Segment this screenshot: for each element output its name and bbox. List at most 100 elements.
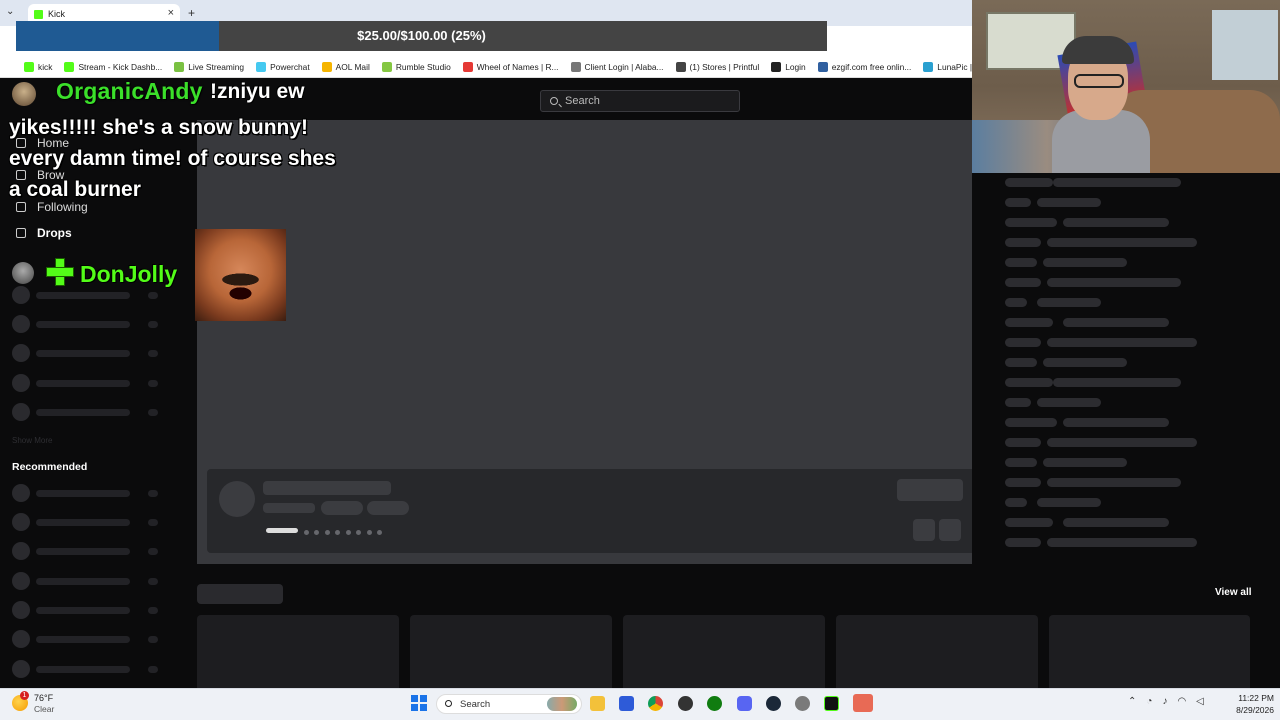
xbox-icon[interactable]: [707, 696, 722, 711]
bookmark-label: Stream - Kick Dashb...: [78, 61, 163, 72]
chrome-icon[interactable]: [648, 696, 663, 711]
carousel-dot[interactable]: [314, 530, 319, 535]
recommended-channel-placeholder[interactable]: [12, 660, 162, 678]
featured-stream-bar[interactable]: [207, 469, 972, 553]
bookmark-favicon-icon: [64, 61, 75, 72]
kick-studio-icon[interactable]: [824, 696, 839, 711]
featured-tag-placeholder: [367, 501, 409, 515]
chat-username: OrganicAndy: [56, 78, 203, 104]
store-icon[interactable]: [619, 696, 634, 711]
carousel-dot[interactable]: [356, 530, 361, 535]
search-icon: [445, 700, 452, 707]
following-channel-placeholder[interactable]: [12, 286, 162, 304]
bookmark-favicon-icon: [675, 61, 686, 72]
bookmark-favicon-icon: [321, 61, 332, 72]
carousel-active-indicator[interactable]: [266, 528, 298, 533]
active-app-icon[interactable]: [853, 694, 873, 712]
close-tab-icon[interactable]: ×: [168, 7, 174, 19]
start-button[interactable]: [411, 695, 427, 711]
featured-tag-placeholder: [321, 501, 363, 515]
bookmark-favicon-icon: [174, 61, 185, 72]
clock-date[interactable]: 8/29/2026: [1224, 705, 1274, 715]
donation-goal-text: $25.00/$100.00 (25%): [357, 28, 486, 43]
weather-condition[interactable]: Clear: [34, 704, 54, 714]
chevron-up-icon[interactable]: ⌃: [1128, 696, 1136, 707]
chatter-avatar: [12, 82, 36, 106]
bookmark-item[interactable]: Live Streaming: [174, 61, 244, 72]
view-all-link[interactable]: View all: [1215, 587, 1252, 598]
bookmark-item[interactable]: Client Login | Alaba...: [570, 61, 664, 72]
stream-card-placeholder[interactable]: [197, 615, 399, 695]
search-input[interactable]: Search: [540, 90, 740, 112]
bookmark-item[interactable]: AOL Mail: [321, 61, 370, 72]
settings-gear-icon[interactable]: [795, 696, 810, 711]
carousel-dot[interactable]: [346, 530, 351, 535]
chat-message-placeholder: [1053, 178, 1181, 187]
chat-message-placeholder: [1043, 258, 1127, 267]
volume-icon[interactable]: ◁: [1196, 696, 1204, 707]
bookmark-item[interactable]: kick: [24, 61, 53, 72]
carousel-dot[interactable]: [304, 530, 309, 535]
carousel-dot[interactable]: [377, 530, 382, 535]
following-channel-placeholder[interactable]: [12, 344, 162, 362]
carousel-dot[interactable]: [335, 530, 340, 535]
bookmark-item[interactable]: Rumble Studio: [381, 61, 451, 72]
microphone-icon[interactable]: ♪: [1162, 696, 1167, 707]
clock-time[interactable]: 11:22 PM: [1232, 693, 1274, 703]
recommended-channel-placeholder[interactable]: [12, 601, 162, 619]
file-explorer-icon[interactable]: [590, 696, 605, 711]
sidebar-item-drops[interactable]: Drops: [16, 226, 72, 240]
bookmark-item[interactable]: (1) Stores | Printful: [675, 61, 759, 72]
featured-title-placeholder: [263, 481, 391, 495]
chat-message-placeholder: [1047, 278, 1181, 287]
chat-message-placeholder: [1047, 538, 1197, 547]
bookmark-item[interactable]: Stream - Kick Dashb...: [64, 61, 163, 72]
following-channel-placeholder[interactable]: [12, 403, 162, 421]
bookmark-label: Powerchat: [270, 61, 310, 72]
weather-temperature[interactable]: 76°F: [34, 693, 53, 703]
carousel-next-button[interactable]: [939, 519, 961, 541]
system-tray[interactable]: ⌃ ◔ ♪ ◠ ◁: [1128, 696, 1204, 707]
chat-message-placeholder: [1063, 518, 1169, 527]
carousel-dot[interactable]: [367, 530, 372, 535]
bookmark-label: AOL Mail: [335, 61, 370, 72]
stream-card-placeholder[interactable]: [410, 615, 612, 695]
bookmark-item[interactable]: Wheel of Names | R...: [462, 61, 559, 72]
wifi-icon[interactable]: ◠: [1177, 696, 1186, 707]
obs-icon[interactable]: [678, 696, 693, 711]
recommended-channel-placeholder[interactable]: [12, 513, 162, 531]
featured-button-placeholder[interactable]: [897, 479, 963, 501]
chat-message: yikes!!!!! she's a snow bunny! every dam…: [9, 116, 336, 201]
tab-list-chevron-icon[interactable]: ⌄: [6, 6, 14, 17]
steam-icon[interactable]: [766, 696, 781, 711]
bookmark-label: Client Login | Alaba...: [584, 61, 664, 72]
discord-icon[interactable]: [737, 696, 752, 711]
taskbar-search[interactable]: Search: [436, 694, 582, 714]
recommended-channel-placeholder[interactable]: [12, 630, 162, 648]
recommended-channel-placeholder[interactable]: [12, 484, 162, 502]
new-tab-button[interactable]: +: [188, 6, 195, 20]
show-more-link[interactable]: Show More: [12, 436, 52, 445]
bookmark-item[interactable]: Login: [771, 61, 806, 72]
chat-username-placeholder: [1005, 378, 1053, 387]
bookmark-item[interactable]: LunaPic | Free O: [923, 61, 972, 72]
stream-card-placeholder[interactable]: [1049, 615, 1250, 695]
chat-command-text: !zniyu ew: [210, 80, 305, 103]
network-icon[interactable]: ◔: [1146, 696, 1152, 707]
carousel-prev-button[interactable]: [913, 519, 935, 541]
bookmark-item[interactable]: ezgif.com free onlin...: [817, 61, 911, 72]
following-channel-placeholder[interactable]: [12, 374, 162, 392]
recommended-channel-placeholder[interactable]: [12, 542, 162, 560]
webcam-feed: [972, 0, 1280, 173]
stream-card-placeholder[interactable]: [836, 615, 1038, 695]
bookmark-item[interactable]: Powerchat: [256, 61, 310, 72]
bookmark-favicon-icon: [381, 61, 392, 72]
following-channel-placeholder[interactable]: [12, 315, 162, 333]
recommended-channel-placeholder[interactable]: [12, 572, 162, 590]
chat-username-placeholder: [1005, 318, 1053, 327]
chat-username-placeholder: [1005, 538, 1041, 547]
carousel-dot[interactable]: [325, 530, 330, 535]
stream-card-placeholder[interactable]: [623, 615, 825, 695]
bookmark-label: kick: [38, 61, 53, 72]
bookmark-favicon-icon: [24, 61, 34, 72]
